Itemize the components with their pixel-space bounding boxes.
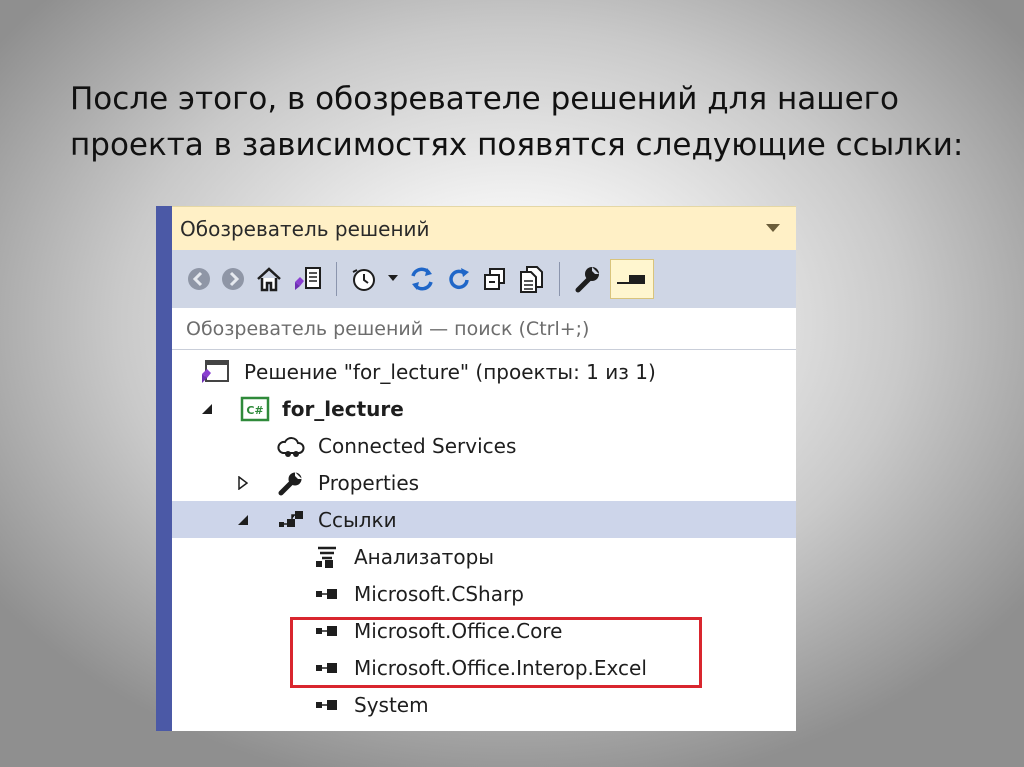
properties-button[interactable] (572, 259, 602, 299)
tree-item-label: for_lecture (282, 396, 404, 421)
toolbar-separator (559, 262, 560, 296)
panel-title-bar: Обозреватель решений (172, 206, 796, 250)
dropdown-icon (388, 275, 398, 281)
slide-text-line-2: проекта в зависимостях появятся следующи… (70, 127, 964, 163)
back-icon (188, 268, 210, 290)
collapsed-triangle-icon[interactable] (236, 475, 250, 490)
expanded-triangle-icon[interactable] (236, 513, 250, 527)
tree-item-reference[interactable]: Microsoft.CSharp (172, 575, 796, 612)
history-dropdown-button[interactable] (387, 259, 399, 299)
preview-selected-items-button[interactable] (610, 259, 654, 299)
panel-title: Обозреватель решений (180, 216, 430, 241)
back-button[interactable] (186, 259, 212, 299)
tree-item-connected-services[interactable]: Connected Services (172, 427, 796, 464)
expanded-triangle-icon[interactable] (200, 402, 214, 416)
forward-icon (222, 268, 244, 290)
home-button[interactable] (254, 259, 284, 299)
cloud-icon (276, 433, 306, 459)
tree-item-label: Решение "for_lecture" (проекты: 1 из 1) (244, 359, 656, 384)
tree-item-properties[interactable]: Properties (172, 464, 796, 501)
tree-item-analyzers[interactable]: Анализаторы (172, 538, 796, 575)
search-box[interactable] (172, 308, 796, 350)
history-button[interactable] (349, 259, 379, 299)
search-input[interactable] (184, 316, 796, 341)
tree-item-solution[interactable]: Решение "for_lecture" (проекты: 1 из 1) (172, 353, 796, 390)
history-icon (352, 269, 375, 291)
tree-item-label: Connected Services (318, 433, 517, 458)
switch-views-icon (295, 267, 321, 290)
refresh-button[interactable] (445, 259, 473, 299)
highlight-box (290, 617, 702, 688)
slide-text: После этого, в обозревателе решений для … (70, 76, 990, 168)
home-icon (257, 267, 281, 292)
analyzer-icon (312, 544, 342, 570)
solution-icon (200, 359, 230, 385)
toolbar-separator (336, 262, 337, 296)
refresh-icon (449, 268, 469, 290)
csharp-project-icon: C# (240, 396, 270, 422)
show-all-files-icon (520, 266, 543, 293)
forward-button[interactable] (220, 259, 246, 299)
tree-item-label: Microsoft.CSharp (354, 581, 524, 606)
chevron-down-icon[interactable] (766, 224, 780, 232)
reference-icon (312, 692, 342, 718)
preview-pin-icon (617, 275, 645, 284)
reference-icon (312, 581, 342, 607)
switch-views-button[interactable] (292, 259, 324, 299)
properties-wrench-icon (575, 267, 599, 293)
wrench-icon (276, 470, 306, 496)
show-all-files-button[interactable] (517, 259, 547, 299)
references-icon (276, 507, 306, 533)
tree-item-references[interactable]: Ссылки (172, 501, 796, 538)
tree-item-label: Properties (318, 470, 420, 495)
tree-item-label: Анализаторы (354, 544, 495, 569)
tree-item-label: System (354, 692, 429, 717)
tree-item-label: Ссылки (318, 507, 397, 532)
slide-text-line-1: После этого, в обозревателе решений для … (70, 81, 899, 117)
sync-icon (411, 267, 433, 291)
tree-item-project[interactable]: C# for_lecture (172, 390, 796, 427)
sync-button[interactable] (407, 259, 437, 299)
project-badge: C# (246, 404, 263, 417)
panel-toolbar (172, 250, 796, 308)
tree-item-reference[interactable]: System (172, 686, 796, 723)
collapse-all-icon (484, 268, 505, 290)
collapse-all-button[interactable] (481, 259, 509, 299)
